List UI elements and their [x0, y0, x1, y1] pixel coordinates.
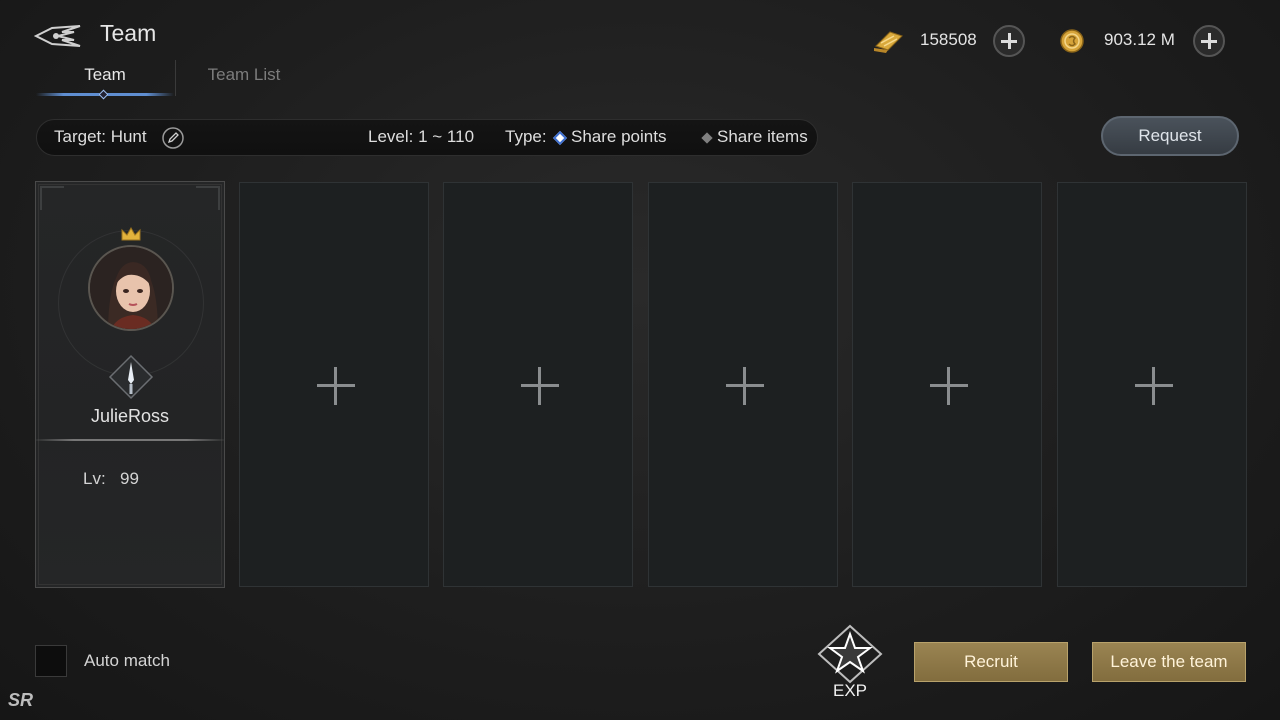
- sr-logo: SR: [8, 690, 34, 710]
- empty-slot[interactable]: [239, 182, 429, 587]
- tab-team[interactable]: Team: [36, 64, 174, 100]
- card-corner-ornament: [40, 186, 64, 210]
- tab-team-label: Team: [84, 65, 126, 84]
- level-label: Lv:: [83, 469, 106, 488]
- recruit-button[interactable]: Recruit: [914, 642, 1068, 682]
- target-text: Target: Hunt: [54, 127, 147, 146]
- team-member-card[interactable]: JulieRoss Lv: 99: [35, 181, 225, 588]
- tab-divider: [175, 60, 176, 96]
- request-button[interactable]: Request: [1101, 116, 1239, 156]
- add-member-icon: [1135, 367, 1173, 405]
- gold-scroll-icon: [874, 31, 903, 53]
- character-portrait-icon: [90, 247, 172, 329]
- back-icon[interactable]: [34, 24, 82, 48]
- level-range-text: Level: 1 ~ 110: [368, 127, 475, 146]
- empty-slot[interactable]: [443, 182, 633, 587]
- add-member-icon: [317, 367, 355, 405]
- leader-crown-icon: [121, 226, 141, 241]
- tab-active-diamond-icon: [98, 89, 109, 100]
- currency-coin-value: 903.12 M: [1104, 30, 1175, 49]
- exp-label: EXP: [833, 681, 868, 700]
- page-title: Team: [100, 20, 157, 46]
- card-divider: [36, 439, 224, 441]
- empty-slot[interactable]: [852, 182, 1042, 587]
- tab-team-list[interactable]: Team List: [196, 64, 292, 96]
- add-member-icon: [930, 367, 968, 405]
- share-points-label[interactable]: Share points: [571, 127, 666, 147]
- tab-team-list-label: Team List: [207, 65, 281, 84]
- empty-slot[interactable]: [648, 182, 838, 587]
- gold-coin-icon: [1060, 29, 1084, 53]
- type-label: Type:: [505, 127, 547, 146]
- empty-slot[interactable]: [1057, 182, 1247, 587]
- card-corner-ornament: [196, 186, 220, 210]
- edit-icon[interactable]: [162, 127, 184, 149]
- currency-scroll-value: 158508: [920, 30, 977, 49]
- auto-match-checkbox[interactable]: [35, 645, 67, 677]
- exp-star-icon[interactable]: [813, 624, 887, 688]
- add-scroll-button[interactable]: [993, 25, 1025, 57]
- member-name: JulieRoss: [90, 406, 170, 426]
- add-member-icon: [726, 367, 764, 405]
- level-value: 99: [120, 469, 139, 488]
- avatar[interactable]: [88, 245, 174, 331]
- add-coin-button[interactable]: [1193, 25, 1225, 57]
- add-member-icon: [521, 367, 559, 405]
- leave-team-button[interactable]: Leave the team: [1092, 642, 1246, 682]
- dagger-class-icon: [108, 354, 154, 400]
- auto-match-label[interactable]: Auto match: [84, 651, 170, 671]
- share-items-label[interactable]: Share items: [717, 127, 808, 147]
